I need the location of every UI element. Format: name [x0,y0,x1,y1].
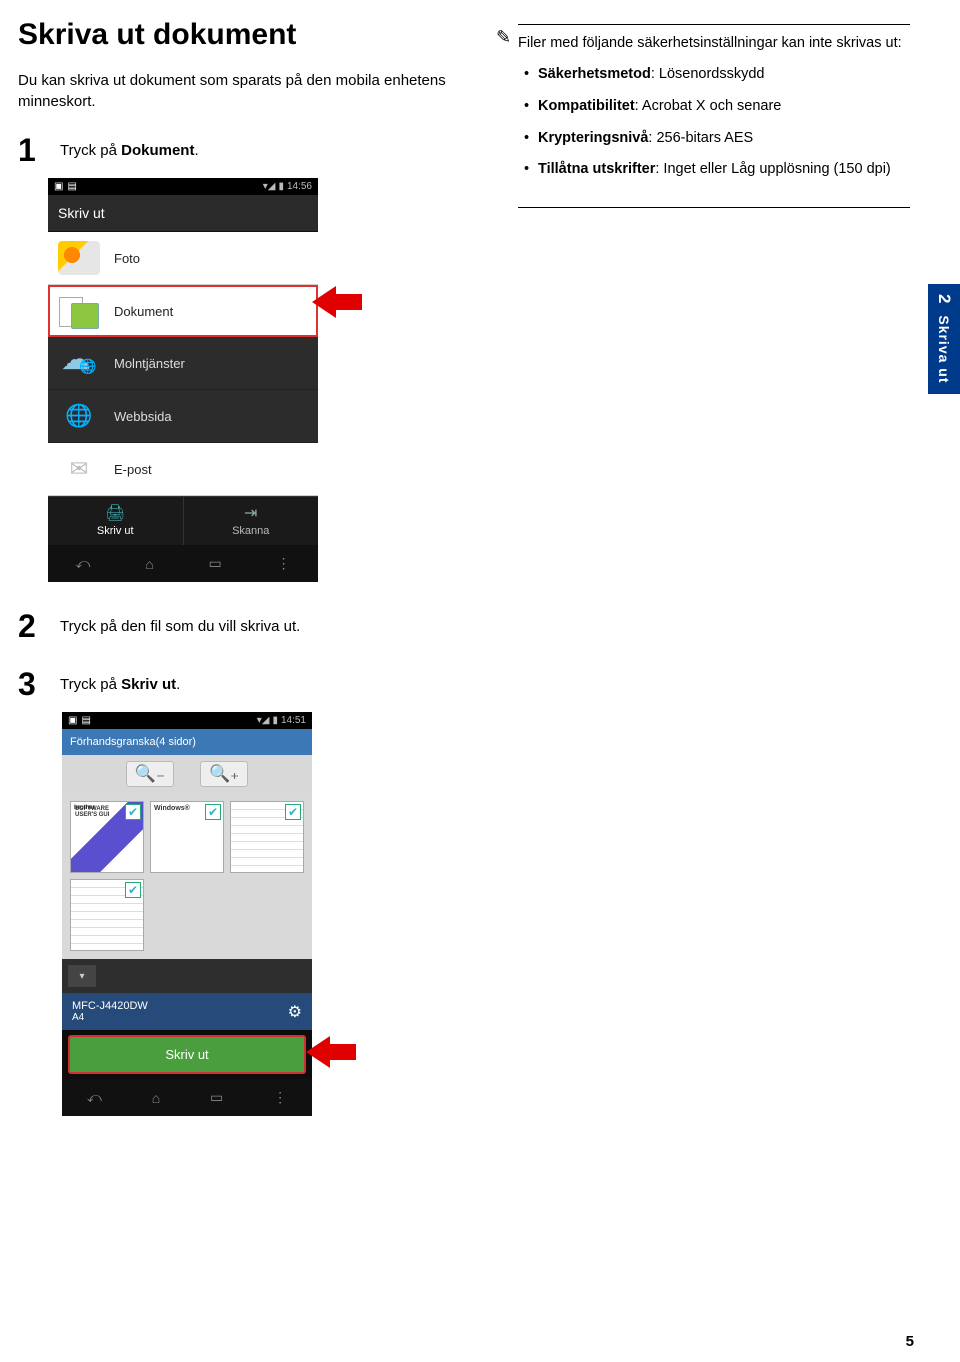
page-title: Skriva ut dokument [18,18,478,52]
checkmark-icon: ✔ [205,804,221,820]
step-3: 3 Tryck på Skriv ut. [18,668,910,700]
scanner-icon: ⇥ [184,503,319,523]
printer-icon: 🖨 [48,503,183,523]
phone1-item-epost[interactable]: ✉ E-post [48,443,318,496]
side-tab-number: 2 [934,294,954,304]
phone1-item-foto-label: Foto [114,251,140,266]
document-icon [59,295,99,327]
android-menu-icon[interactable]: ⋮ [277,555,291,572]
phone2-dropdown[interactable]: ▾ [68,965,96,987]
phone1-title: Skriv ut [48,195,318,232]
phone1-item-webb-label: Webbsida [114,409,172,424]
step-1: 1 Tryck på Dokument. [18,134,478,166]
cloud-icon [59,348,99,378]
step-2-number: 2 [18,610,48,642]
phone-screenshot-2: ▣ ▤ ▾◢ ▮ 14:51 Förhandsgranska(4 sidor) … [62,712,312,1116]
checkmark-icon: ✔ [125,804,141,820]
pencil-icon: ✎ [496,27,511,48]
side-tab-label: Skriva ut [936,315,952,383]
step-3-text: Tryck på Skriv ut. [60,668,180,700]
phone2-thumb-3[interactable]: ✔ [230,801,304,873]
phone1-item-dokument[interactable]: Dokument [48,285,318,337]
status-app-icon: ▤ [67,181,76,192]
phone2-device-name: MFC-J4420DW [72,1000,148,1012]
note-item-3: Krypteringsnivå: 256-bitars AES [538,128,910,150]
gear-icon[interactable]: ⚙ [288,1002,302,1022]
phone1-item-moln-label: Molntjänster [114,356,185,371]
red-arrow-annotation [306,1032,356,1072]
status-app-icon: ▤ [81,715,90,726]
note-heading: Filer med följande säkerhetsinställninga… [518,33,910,54]
checkmark-icon: ✔ [125,882,141,898]
page-number: 5 [906,1333,914,1350]
phone1-item-epost-label: E-post [114,462,152,477]
step-2: 2 Tryck på den fil som du vill skriva ut… [18,610,910,642]
phone2-thumb-2[interactable]: ✔ [150,801,224,873]
wifi-icon: ▾◢ [257,715,270,726]
phone2-thumb-1[interactable]: ✔ [70,801,144,873]
status-time: 14:56 [287,181,312,192]
phone-screenshot-1: ▣ ▤ ▾◢ ▮ 14:56 Skriv ut Foto [48,178,318,582]
status-app-icon: ▣ [54,181,63,192]
intro-text: Du kan skriva ut dokument som sparats på… [18,70,478,112]
phone2-header: Förhandsgranska(4 sidor) [62,729,312,755]
zoom-out-icon[interactable]: 🔍₋ [126,761,174,787]
phone1-item-dokument-label: Dokument [114,304,173,319]
phone1-statusbar: ▣ ▤ ▾◢ ▮ 14:56 [48,178,318,195]
phone1-item-webb[interactable]: 🌐 Webbsida [48,390,318,443]
note-item-2: Kompatibilitet: Acrobat X och senare [538,96,910,118]
phone1-tab-scan[interactable]: ⇥ Skanna [184,497,319,545]
android-back-icon[interactable]: ⤺ [75,555,90,572]
status-app-icon: ▣ [68,715,77,726]
note-item-1: Säkerhetsmetod: Lösenordsskydd [538,64,910,86]
mail-icon: ✉ [58,451,100,487]
red-arrow-annotation [312,282,362,322]
phone2-statusbar: ▣ ▤ ▾◢ ▮ 14:51 [62,712,312,729]
step-1-number: 1 [18,134,48,166]
phone1-item-foto[interactable]: Foto [48,232,318,285]
checkmark-icon: ✔ [285,804,301,820]
zoom-in-icon[interactable]: 🔍₊ [200,761,248,787]
wifi-icon: ▾◢ [263,181,276,192]
note-box: ✎ Filer med följande säkerhetsinställnin… [518,24,910,208]
android-home-icon[interactable]: ⌂ [145,556,153,572]
phone1-tab-print[interactable]: 🖨 Skriv ut [48,497,184,545]
phone2-paper-size: A4 [72,1012,148,1023]
status-time: 14:51 [281,715,306,726]
phone2-thumb-4[interactable]: ✔ [70,879,144,951]
phone1-item-moln[interactable]: Molntjänster [48,337,318,390]
android-home-icon[interactable]: ⌂ [152,1090,160,1106]
android-menu-icon[interactable]: ⋮ [273,1089,287,1106]
step-2-text: Tryck på den fil som du vill skriva ut. [60,610,300,642]
battery-icon: ▮ [272,715,278,726]
android-recent-icon[interactable]: ▭ [209,555,222,572]
photo-icon [58,241,100,275]
step-1-text: Tryck på Dokument. [60,134,199,166]
note-item-4: Tillåtna utskrifter: Inget eller Låg upp… [538,159,910,181]
android-back-icon[interactable]: ⤺ [87,1089,102,1106]
android-recent-icon[interactable]: ▭ [210,1089,223,1106]
globe-icon: 🌐 [58,398,100,434]
phone2-print-button[interactable]: Skriv ut [68,1035,306,1074]
side-tab: 2 Skriva ut [928,284,960,394]
step-3-number: 3 [18,668,48,700]
battery-icon: ▮ [278,181,284,192]
phone2-device-bar[interactable]: MFC-J4420DW A4 ⚙ [62,993,312,1030]
